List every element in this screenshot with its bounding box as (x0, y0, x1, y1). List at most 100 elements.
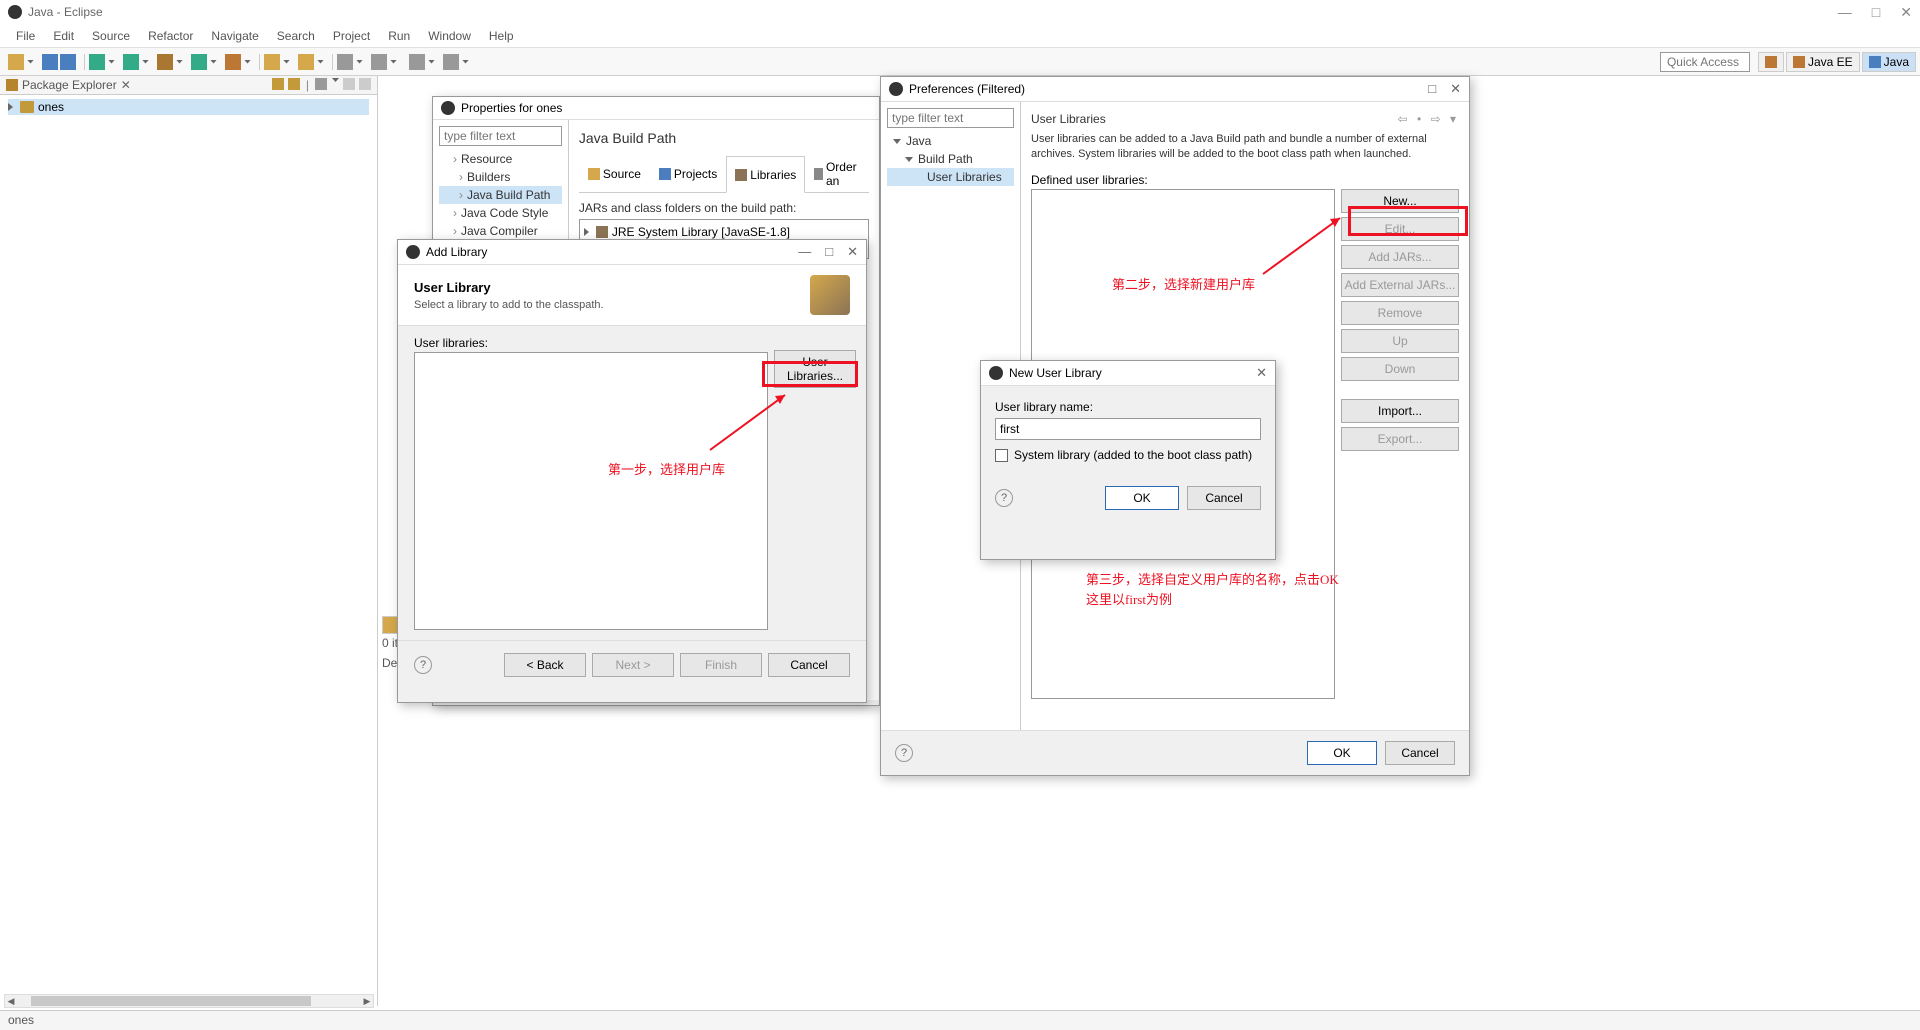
scroll-left-icon[interactable]: ◀ (5, 996, 17, 1007)
close-button[interactable]: ✕ (1450, 81, 1461, 97)
preferences-filter-input[interactable] (887, 108, 1014, 128)
forward-arrow-icon[interactable] (443, 54, 459, 70)
menu-refactor[interactable]: Refactor (140, 27, 201, 45)
user-libraries-button[interactable]: User Libraries... (774, 350, 856, 388)
maximize-button[interactable]: □ (825, 244, 833, 260)
tree-build-path[interactable]: Java Build Path (439, 186, 562, 204)
menu-edit[interactable]: Edit (45, 27, 82, 45)
system-library-checkbox[interactable] (995, 449, 1008, 462)
ok-button[interactable]: OK (1307, 741, 1377, 765)
project-item-ones[interactable]: ones (8, 99, 369, 115)
tab-libraries[interactable]: Libraries (726, 156, 805, 193)
maximize-button[interactable]: □ (1428, 81, 1436, 97)
minimize-button[interactable]: — (798, 244, 811, 260)
link-editor-icon[interactable] (288, 78, 300, 90)
tab-source[interactable]: Source (579, 156, 650, 192)
nav-arrows-icon[interactable]: ⇦ • ⇨ ▾ (1398, 112, 1459, 126)
open-perspective-button[interactable] (1758, 52, 1784, 72)
import-button[interactable]: Import... (1341, 399, 1459, 423)
edit-button[interactable]: Edit... (1341, 217, 1459, 241)
save-icon[interactable] (42, 54, 58, 70)
expand-icon[interactable] (8, 103, 13, 111)
tree-builders[interactable]: Builders (439, 168, 562, 186)
library-name-input[interactable] (995, 418, 1261, 440)
perspective-javaee[interactable]: Java EE (1786, 52, 1860, 72)
coverage-icon[interactable] (191, 54, 207, 70)
new-icon[interactable] (8, 54, 24, 70)
scroll-right-icon[interactable]: ▶ (361, 996, 373, 1007)
menu-file[interactable]: File (8, 27, 43, 45)
tree-user-libraries[interactable]: User Libraries (887, 168, 1014, 186)
maximize-button[interactable]: □ (1872, 4, 1880, 21)
projects-icon (659, 168, 671, 180)
wizard-banner-icon (810, 275, 850, 315)
properties-dialog-title-bar[interactable]: Properties for ones (433, 97, 879, 120)
menu-window[interactable]: Window (420, 27, 479, 45)
new-button[interactable]: New... (1341, 189, 1459, 213)
order-icon (814, 168, 823, 180)
ok-button[interactable]: OK (1105, 486, 1179, 510)
close-button[interactable]: ✕ (1256, 365, 1267, 381)
remove-button[interactable]: Remove (1341, 301, 1459, 325)
ext-tools-icon[interactable] (225, 54, 241, 70)
new-package-icon[interactable] (264, 54, 280, 70)
scrollbar-thumb[interactable] (31, 996, 311, 1006)
tree-build-path[interactable]: Build Path (887, 150, 1014, 168)
jre-item[interactable]: JRE System Library [JavaSE-1.8] (612, 225, 790, 239)
run-icon[interactable] (123, 54, 139, 70)
menu-run[interactable]: Run (380, 27, 418, 45)
minimize-button[interactable]: — (1838, 4, 1852, 21)
cancel-button[interactable]: Cancel (1187, 486, 1261, 510)
new-user-library-title-bar[interactable]: New User Library ✕ (981, 361, 1275, 386)
run-last-icon[interactable] (157, 54, 173, 70)
finish-button[interactable]: Finish (680, 653, 762, 677)
next-button[interactable]: Next > (592, 653, 674, 677)
menu-project[interactable]: Project (325, 27, 378, 45)
back-arrow-icon[interactable] (409, 54, 425, 70)
expand-icon[interactable] (584, 228, 589, 236)
help-icon[interactable]: ? (995, 489, 1013, 507)
menu-source[interactable]: Source (84, 27, 138, 45)
add-external-jars-button[interactable]: Add External JARs... (1341, 273, 1459, 297)
new-class-icon[interactable] (298, 54, 314, 70)
up-button[interactable]: Up (1341, 329, 1459, 353)
add-jars-button[interactable]: Add JARs... (1341, 245, 1459, 269)
menu-navigate[interactable]: Navigate (203, 27, 266, 45)
view-menu-icon[interactable] (315, 78, 327, 90)
help-icon[interactable]: ? (414, 656, 432, 674)
tree-java[interactable]: Java (887, 132, 1014, 150)
view-menu-dropdown[interactable] (332, 78, 339, 82)
cancel-button[interactable]: Cancel (768, 653, 850, 677)
menu-help[interactable]: Help (481, 27, 522, 45)
cancel-button[interactable]: Cancel (1385, 741, 1455, 765)
collapse-all-icon[interactable] (272, 78, 284, 90)
minimize-view-icon[interactable] (343, 78, 355, 90)
export-button[interactable]: Export... (1341, 427, 1459, 451)
user-libraries-listbox[interactable] (414, 352, 768, 630)
close-button[interactable]: ✕ (1900, 4, 1912, 21)
tab-projects[interactable]: Projects (650, 156, 726, 192)
maximize-view-icon[interactable] (359, 78, 371, 90)
back-button[interactable]: < Back (504, 653, 586, 677)
tab-order[interactable]: Order an (805, 156, 869, 192)
tree-compiler[interactable]: Java Compiler (439, 222, 562, 240)
search-icon[interactable] (337, 54, 353, 70)
preferences-title-bar[interactable]: Preferences (Filtered) □ ✕ (881, 77, 1469, 102)
package-explorer-close[interactable]: ✕ (121, 78, 131, 92)
build-path-heading: Java Build Path (579, 130, 869, 146)
add-library-title-bar[interactable]: Add Library — □ ✕ (398, 240, 866, 265)
tree-code-style[interactable]: Java Code Style (439, 204, 562, 222)
quick-access-input[interactable] (1660, 52, 1750, 72)
save-all-icon[interactable] (60, 54, 76, 70)
tree-resource[interactable]: Resource (439, 150, 562, 168)
menu-search[interactable]: Search (269, 27, 323, 45)
java-icon (1869, 56, 1881, 68)
close-button[interactable]: ✕ (847, 244, 858, 260)
properties-filter-input[interactable] (439, 126, 562, 146)
down-button[interactable]: Down (1341, 357, 1459, 381)
open-type-icon[interactable] (371, 54, 387, 70)
help-icon[interactable]: ? (895, 744, 913, 762)
horizontal-scrollbar[interactable]: ◀ ▶ (4, 994, 374, 1008)
debug-icon[interactable] (89, 54, 105, 70)
perspective-java[interactable]: Java (1862, 52, 1916, 72)
